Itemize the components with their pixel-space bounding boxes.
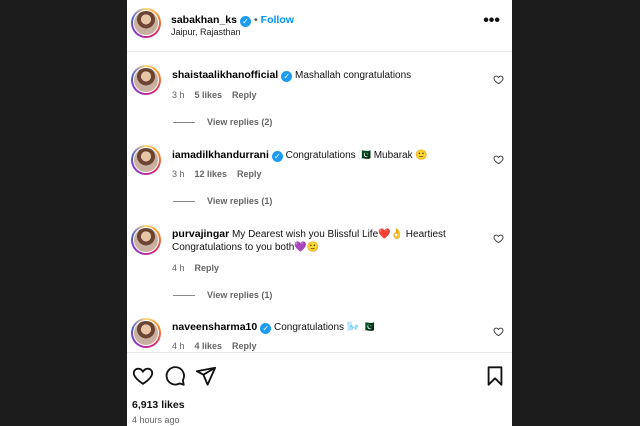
author-username[interactable]: sabakhan_ks <box>171 14 237 26</box>
replies-divider-line <box>173 122 195 124</box>
follow-button[interactable]: Follow <box>261 14 294 26</box>
comment-item: naveensharma10 ✓ Congratulations 🌬️ 🇵🇰 4 … <box>127 305 512 352</box>
post-header: sabakhan_ks ✓ • Follow Jaipur, Rajasthan ••… <box>127 0 512 52</box>
commenter-avatar[interactable] <box>131 318 161 348</box>
verified-badge-icon: ✓ <box>271 151 283 162</box>
comment-likes[interactable]: 12 likes <box>195 169 228 179</box>
commenter-username[interactable]: shaistaalikhanofficial <box>172 69 278 81</box>
view-replies-button[interactable]: View replies (2) <box>173 117 272 127</box>
comment-icon[interactable] <box>164 365 186 387</box>
reply-button[interactable]: Reply <box>237 169 262 179</box>
post-actions-bar: 6,913 likes 4 hours ago <box>127 352 512 426</box>
heart-icon[interactable] <box>132 365 154 387</box>
more-options-icon[interactable]: ••• <box>483 12 500 30</box>
commenter-avatar[interactable] <box>131 145 161 175</box>
comment-meta: 4 h Reply <box>172 263 229 273</box>
comment-likes[interactable]: 5 likes <box>195 90 223 100</box>
commenter-username[interactable]: purvajingar <box>172 228 229 240</box>
comment-body: shaistaalikhanofficial ✓ Mashallah congra… <box>172 69 490 82</box>
reply-button[interactable]: Reply <box>232 90 257 100</box>
view-replies-label: View replies (1) <box>207 196 273 206</box>
comment-body: iamadilkhandurrani ✓ Congratulations 🇵🇰 M… <box>172 149 490 162</box>
comment-like-heart-icon[interactable] <box>493 326 504 337</box>
comment-time: 4 h <box>172 341 185 351</box>
comment-text: Congratulations 🇵🇰 Mubarak 🙂 <box>285 150 428 161</box>
comment-body: naveensharma10 ✓ Congratulations 🌬️ 🇵🇰 <box>172 321 490 334</box>
view-replies-button[interactable]: View replies (1) <box>173 290 272 300</box>
replies-divider-line <box>173 201 195 203</box>
comment-meta: 3 h 5 likes Reply <box>172 90 267 100</box>
post-likes-count[interactable]: 6,913 likes <box>132 399 185 411</box>
reply-button[interactable]: Reply <box>195 263 220 273</box>
view-replies-label: View replies (2) <box>207 117 273 127</box>
comment-like-heart-icon[interactable] <box>493 74 504 85</box>
commenter-username[interactable]: iamadilkhandurrani <box>172 149 269 161</box>
comment-text: Congratulations 🌬️ 🇵🇰 <box>274 322 375 333</box>
comment-likes[interactable]: 4 likes <box>195 341 223 351</box>
post-panel: sabakhan_ks ✓ • Follow Jaipur, Rajasthan ••… <box>127 0 512 426</box>
post-location[interactable]: Jaipur, Rajasthan <box>171 27 241 37</box>
verified-badge-icon: ✓ <box>239 16 251 27</box>
post-timestamp[interactable]: 4 hours ago <box>132 415 180 425</box>
view-replies-label: View replies (1) <box>207 290 273 300</box>
verified-badge-icon: ✓ <box>281 71 293 82</box>
bookmark-icon[interactable] <box>484 365 506 387</box>
view-replies-button[interactable]: View replies (1) <box>173 196 272 206</box>
comment-like-heart-icon[interactable] <box>493 154 504 165</box>
send-icon[interactable] <box>195 365 217 387</box>
comment-like-heart-icon[interactable] <box>493 233 504 244</box>
reply-button[interactable]: Reply <box>232 341 257 351</box>
verified-badge-icon: ✓ <box>260 323 272 334</box>
comment-body: purvajingar My Dearest wish you Blissful… <box>172 228 490 254</box>
comment-time: 4 h <box>172 263 185 273</box>
comment-time: 3 h <box>172 90 185 100</box>
replies-divider-line <box>173 295 195 297</box>
author-avatar[interactable] <box>131 8 161 38</box>
comment-meta: 4 h 4 likes Reply <box>172 341 267 351</box>
comment-item: purvajingar My Dearest wish you Blissful… <box>127 212 512 312</box>
commenter-avatar[interactable] <box>131 65 161 95</box>
commenter-username[interactable]: naveensharma10 <box>172 321 257 333</box>
comment-item: shaistaalikhanofficial ✓ Mashallah congra… <box>127 52 512 138</box>
comment-time: 3 h <box>172 169 185 179</box>
commenter-avatar[interactable] <box>131 225 161 255</box>
comment-text: Mashallah congratulations <box>295 70 412 81</box>
comment-item: iamadilkhandurrani ✓ Congratulations 🇵🇰 M… <box>127 132 512 218</box>
separator-dot: • <box>253 14 258 26</box>
comment-meta: 3 h 12 likes Reply <box>172 169 272 179</box>
